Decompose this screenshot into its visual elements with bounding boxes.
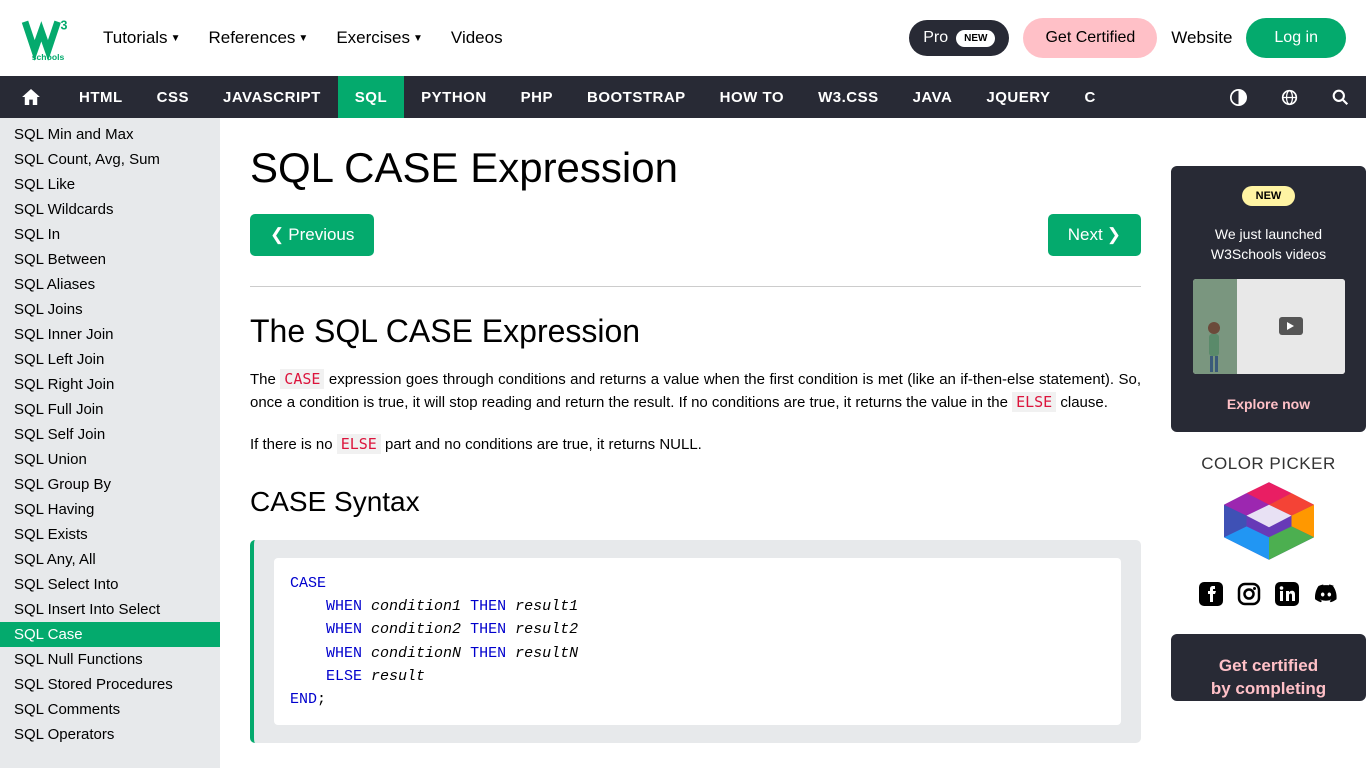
sidebar-item-sql-exists[interactable]: SQL Exists [0, 522, 220, 547]
sidebar-item-sql-group-by[interactable]: SQL Group By [0, 472, 220, 497]
color-picker-title: COLOR PICKER [1171, 454, 1366, 474]
globe-icon[interactable] [1264, 76, 1315, 118]
sidebar-item-sql-between[interactable]: SQL Between [0, 247, 220, 272]
explore-link[interactable]: Explore now [1227, 396, 1310, 412]
sidebar-item-sql-self-join[interactable]: SQL Self Join [0, 422, 220, 447]
color-picker-icon[interactable] [1224, 482, 1314, 560]
code-inline: CASE [280, 369, 324, 389]
discord-icon[interactable] [1313, 582, 1339, 612]
topnav-python[interactable]: PYTHON [404, 76, 504, 118]
sidebar-item-sql-any-all[interactable]: SQL Any, All [0, 547, 220, 572]
sidebar-item-sql-like[interactable]: SQL Like [0, 172, 220, 197]
code-block: CASE WHEN condition1 THEN result1 WHEN c… [250, 540, 1141, 744]
home-icon[interactable] [0, 76, 62, 118]
login-button[interactable]: Log in [1246, 18, 1346, 58]
sidebar-item-sql-right-join[interactable]: SQL Right Join [0, 372, 220, 397]
sidebar-item-sql-union[interactable]: SQL Union [0, 447, 220, 472]
caret-down-icon: ▼ [413, 33, 423, 44]
facebook-icon[interactable] [1199, 582, 1223, 612]
sidebar-item-sql-select-into[interactable]: SQL Select Into [0, 572, 220, 597]
sidebar-item-sql-insert-into-select[interactable]: SQL Insert Into Select [0, 597, 220, 622]
sidebar-item-sql-inner-join[interactable]: SQL Inner Join [0, 322, 220, 347]
menu-videos[interactable]: Videos [451, 28, 503, 48]
code-inline: ELSE [337, 434, 381, 454]
section-heading: The SQL CASE Expression [250, 313, 1141, 350]
sidebar-item-sql-count-avg-sum[interactable]: SQL Count, Avg, Sum [0, 147, 220, 172]
sidebar: SQL Min and MaxSQL Count, Avg, SumSQL Li… [0, 118, 220, 768]
search-icon[interactable] [1315, 76, 1366, 118]
cert-text: Get certifiedby completing [1185, 654, 1352, 702]
topnav-how-to[interactable]: HOW TO [703, 76, 801, 118]
topnav-php[interactable]: PHP [504, 76, 570, 118]
topnav-c[interactable]: C [1068, 76, 1113, 118]
sidebar-item-sql-operators[interactable]: SQL Operators [0, 722, 220, 747]
certified-button[interactable]: Get Certified [1023, 18, 1157, 58]
pro-button[interactable]: Pro NEW [909, 20, 1009, 56]
syntax-heading: CASE Syntax [250, 486, 1141, 518]
main-content: SQL CASE Expression ❮Previous Next❯ The … [220, 118, 1171, 768]
topnav-javascript[interactable]: JAVASCRIPT [206, 76, 338, 118]
sidebar-item-sql-left-join[interactable]: SQL Left Join [0, 347, 220, 372]
next-button[interactable]: Next❯ [1048, 214, 1141, 256]
topnav-jquery[interactable]: JQUERY [969, 76, 1067, 118]
play-icon [1279, 317, 1303, 335]
menu-references[interactable]: References▼ [208, 28, 308, 48]
sidebar-item-sql-stored-procedures[interactable]: SQL Stored Procedures [0, 672, 220, 697]
sidebar-item-sql-aliases[interactable]: SQL Aliases [0, 272, 220, 297]
cert-promo-card[interactable]: Get certifiedby completing [1171, 634, 1366, 702]
body-paragraph: If there is no ELSE part and no conditio… [250, 433, 1141, 456]
topnav-sql[interactable]: SQL [338, 76, 404, 118]
caret-down-icon: ▼ [171, 33, 181, 44]
code-inline: ELSE [1012, 392, 1056, 412]
website-link[interactable]: Website [1171, 28, 1232, 48]
new-badge: NEW [1242, 186, 1296, 206]
sidebar-item-sql-comments[interactable]: SQL Comments [0, 697, 220, 722]
sidebar-item-sql-having[interactable]: SQL Having [0, 497, 220, 522]
sidebar-item-sql-null-functions[interactable]: SQL Null Functions [0, 647, 220, 672]
sidebar-item-sql-joins[interactable]: SQL Joins [0, 297, 220, 322]
linkedin-icon[interactable] [1275, 582, 1299, 612]
video-text: We just launched W3Schools videos [1185, 224, 1352, 265]
menu-tutorials[interactable]: Tutorials▼ [103, 28, 180, 48]
sidebar-item-sql-in[interactable]: SQL In [0, 222, 220, 247]
dark-mode-icon[interactable] [1213, 76, 1264, 118]
topnav-bootstrap[interactable]: BOOTSTRAP [570, 76, 703, 118]
video-promo-card[interactable]: NEW We just launched W3Schools videos Ex… [1171, 166, 1366, 432]
svg-text:3: 3 [61, 18, 68, 32]
topnav-html[interactable]: HTML [62, 76, 140, 118]
svg-text:schools: schools [32, 52, 65, 62]
sidebar-item-sql-wildcards[interactable]: SQL Wildcards [0, 197, 220, 222]
logo[interactable]: 3 schools [20, 14, 78, 62]
new-badge: NEW [956, 30, 995, 47]
previous-button[interactable]: ❮Previous [250, 214, 374, 256]
sidebar-item-sql-full-join[interactable]: SQL Full Join [0, 397, 220, 422]
sidebar-item-sql-case[interactable]: SQL Case [0, 622, 220, 647]
topnav-w3-css[interactable]: W3.CSS [801, 76, 896, 118]
page-title: SQL CASE Expression [250, 144, 1141, 192]
video-thumbnail [1193, 279, 1345, 374]
topnav-css[interactable]: CSS [140, 76, 206, 118]
instagram-icon[interactable] [1237, 582, 1261, 612]
body-paragraph: The CASE expression goes through conditi… [250, 368, 1141, 415]
divider [250, 286, 1141, 287]
caret-down-icon: ▼ [298, 33, 308, 44]
chevron-left-icon: ❮ [270, 225, 284, 245]
chevron-right-icon: ❯ [1107, 225, 1121, 245]
topnav-java[interactable]: JAVA [896, 76, 970, 118]
top-nav: HTMLCSSJAVASCRIPTSQLPYTHONPHPBOOTSTRAPHO… [0, 76, 1366, 118]
sidebar-item-sql-min-and-max[interactable]: SQL Min and Max [0, 122, 220, 147]
menu-exercises[interactable]: Exercises▼ [336, 28, 423, 48]
